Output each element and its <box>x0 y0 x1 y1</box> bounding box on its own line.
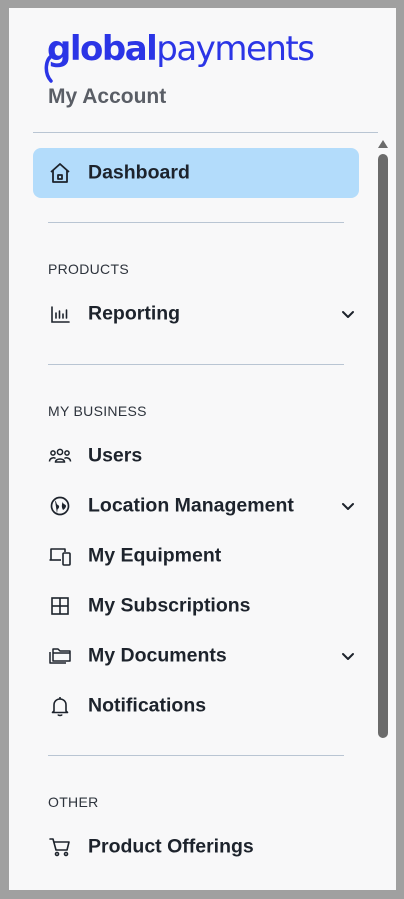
users-icon <box>47 443 73 469</box>
nav-item-notifications[interactable]: Notifications <box>33 681 359 731</box>
cart-icon <box>47 834 73 860</box>
home-icon <box>47 160 73 186</box>
scrollbar-thumb[interactable] <box>378 154 388 738</box>
nav-item-dashboard[interactable]: Dashboard <box>33 148 359 198</box>
nav-label: My Subscriptions <box>88 594 251 617</box>
nav-item-users[interactable]: Users <box>33 431 359 481</box>
nav-label: Location Management <box>88 494 294 517</box>
globalpayments-logo[interactable]: global payments <box>44 28 315 83</box>
section-label-my-business: MY BUSINESS <box>48 403 147 419</box>
folders-icon <box>47 643 73 669</box>
devices-icon <box>47 543 73 569</box>
section-label-products: PRODUCTS <box>48 261 129 277</box>
nav-label: Reporting <box>88 302 181 325</box>
logo-text-payments: payments <box>156 29 315 69</box>
nav-item-reporting[interactable]: Reporting <box>33 289 359 339</box>
grid-icon <box>47 593 73 619</box>
globe-icon <box>47 493 73 519</box>
chevron-down-icon[interactable] <box>337 495 359 517</box>
divider <box>33 132 378 133</box>
account-sidebar: global payments My Account Dashboard PROD… <box>9 8 396 890</box>
nav-label: Notifications <box>88 694 207 717</box>
nav-item-my-equipment[interactable]: My Equipment <box>33 531 359 581</box>
nav-label: Dashboard <box>88 161 190 184</box>
nav-label: Product Offerings <box>88 835 254 858</box>
divider <box>48 222 344 223</box>
nav-label: My Equipment <box>88 544 222 567</box>
divider <box>48 364 344 365</box>
nav-label: My Documents <box>88 644 227 667</box>
chevron-down-icon[interactable] <box>337 645 359 667</box>
chevron-down-icon[interactable] <box>337 303 359 325</box>
logo-text-global: global <box>47 29 158 69</box>
scrollbar[interactable] <box>376 136 390 742</box>
page-title: My Account <box>48 85 167 108</box>
divider <box>48 755 344 756</box>
bar-chart-icon <box>47 301 73 327</box>
nav-label: Users <box>88 444 143 467</box>
nav-item-my-documents[interactable]: My Documents <box>33 631 359 681</box>
bell-icon <box>47 693 73 719</box>
scroll-up-arrow-icon[interactable] <box>378 140 388 148</box>
nav-item-location-management[interactable]: Location Management <box>33 481 359 531</box>
nav-item-product-offerings[interactable]: Product Offerings <box>33 822 359 872</box>
section-label-other: OTHER <box>48 794 99 810</box>
nav-item-my-subscriptions[interactable]: My Subscriptions <box>33 581 359 631</box>
